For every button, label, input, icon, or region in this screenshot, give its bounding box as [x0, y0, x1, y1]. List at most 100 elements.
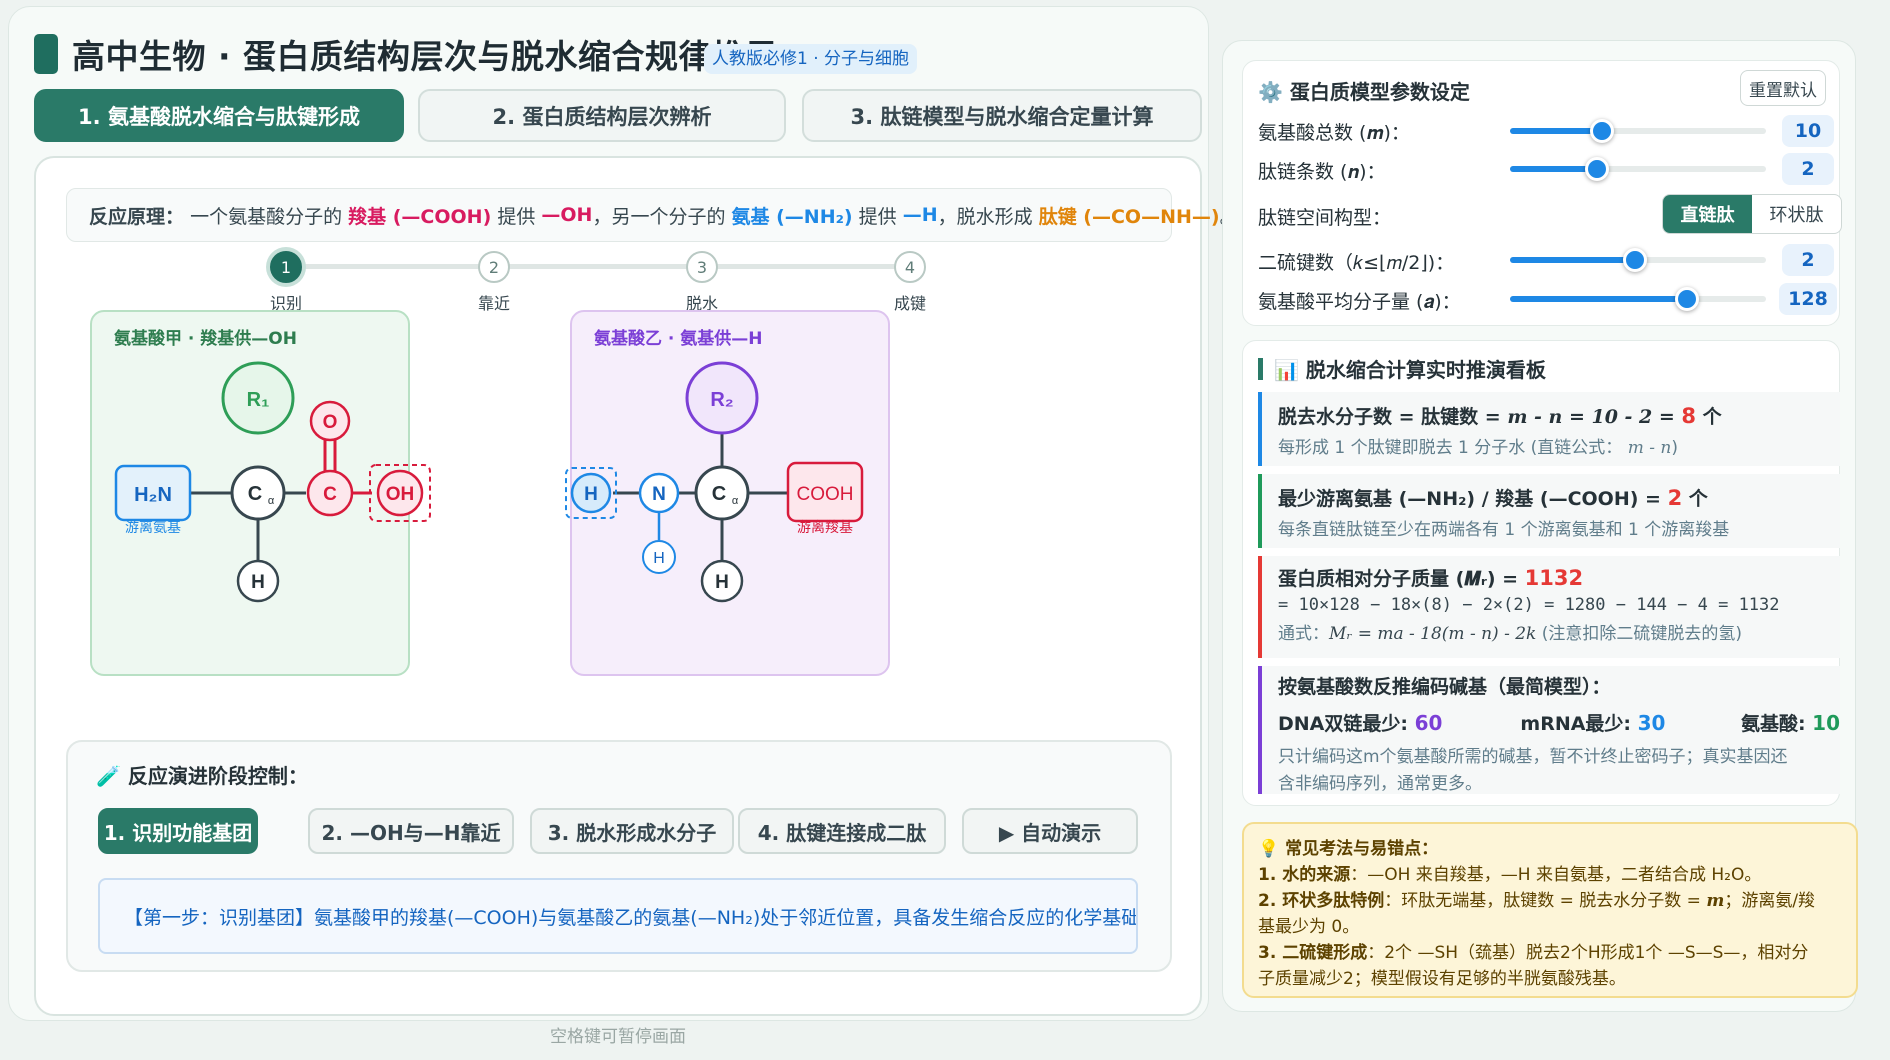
nitrogen-hydrogen-text: H: [653, 550, 665, 567]
amino-total-label: 氨基酸总数 (𝒎)：: [1258, 122, 1410, 144]
avg-mass-label: 氨基酸平均分子量 (𝒂)：: [1258, 291, 1461, 313]
amino-acid-count: 氨基酸: 10: [1741, 709, 1840, 736]
free-carboxyl-note: 游离羧基: [797, 519, 853, 535]
slider-fill: [1510, 257, 1636, 263]
water-count-note-end: ): [1671, 438, 1678, 458]
model-params-title: ⚙️ 蛋白质模型参数设定: [1258, 80, 1470, 104]
protein-mass-value: 1132: [1524, 566, 1584, 590]
chain-count-slider[interactable]: [1510, 157, 1766, 181]
stage-bond-button[interactable]: 4. 肽键连接成二肽: [738, 808, 946, 854]
codon-bases-note-1: 只计编码这m个氨基酸所需的碱基，暂不计终止密码子；真实基因还: [1278, 747, 1788, 767]
cooh-text: COOH: [797, 484, 854, 505]
slider-knob[interactable]: [1585, 157, 1610, 181]
amino-total-value: 10: [1782, 115, 1834, 147]
tip-key: 2. 环状多肽特例: [1258, 891, 1385, 911]
nh2-text: H₂N: [134, 484, 172, 506]
avg-mass-value: 128: [1779, 283, 1837, 315]
water-count-note: 每形成 1 个肽键即脱去 1 分子水 (直链公式： m - n): [1278, 433, 1840, 458]
alpha-carbon-text: C: [248, 483, 262, 505]
tip-water-source: 1. 水的来源：—OH 来自羧基，—H 来自氨基，二者结合成 H₂O。: [1258, 862, 1842, 888]
avg-mass-slider[interactable]: [1510, 287, 1766, 311]
free-groups-value: 2: [1667, 486, 1683, 510]
tip-disulfide: 3. 二硫键形成：2个 —SH（巯基）脱去2个H形成1个 —S—S—，相对分: [1258, 940, 1842, 966]
tip-key: 1. 水的来源: [1258, 865, 1351, 885]
disulfide-value: 2: [1782, 244, 1834, 276]
water-count-value: 8: [1681, 404, 1697, 428]
codon-bases-title: 按氨基酸数反推编码碱基（最简模型）：: [1278, 676, 1611, 698]
auto-play-button[interactable]: ▶ 自动演示: [962, 808, 1138, 854]
dna-bases: DNA双链最少: 60: [1278, 709, 1520, 736]
alpha-carbon-text: C: [712, 483, 726, 505]
water-count-note-formula: m - n: [1627, 438, 1672, 458]
tip-m: m: [1706, 891, 1725, 911]
amino-hydrogen-text: H: [584, 484, 598, 505]
protein-mass-general: 通式：Mᵣ = ma - 18(m - n) - 2k (注意扣除二硫键脱去的氢…: [1278, 619, 1840, 644]
topology-toggle: 直链肽 环状肽: [1662, 194, 1842, 234]
protein-mass-block: 蛋白质相对分子质量 (𝑴ᵣ) = 1132 = 10×128 − 18×(8) …: [1258, 556, 1840, 658]
tip-cyclic-peptide: 2. 环状多肽特例：环肽无端基，肽键数 = 脱去水分子数 = m；游离氨/羧: [1258, 888, 1842, 914]
water-count-prefix: 脱去水分子数 = 肽键数 =: [1278, 406, 1508, 428]
protein-mass-prefix: 蛋白质相对分子质量 (𝑴ᵣ) =: [1278, 568, 1525, 590]
stage-identify-button[interactable]: 1. 识别功能基团: [98, 808, 258, 854]
oxygen-text: O: [323, 412, 338, 433]
pause-hint: 空格键可暂停画面: [550, 1027, 686, 1047]
exam-tips-title: 💡 常见考法与易错点：: [1258, 839, 1439, 859]
disulfide-slider[interactable]: [1510, 248, 1766, 272]
water-count-unit: 个: [1696, 406, 1722, 428]
amino-acid-count-label: 氨基酸:: [1740, 713, 1813, 735]
free-groups-block: 最少游离氨基 (—NH₂) / 羧基 (—COOH) = 2 个 每条直链肽链至…: [1258, 474, 1840, 548]
linear-peptide-option[interactable]: 直链肽: [1663, 195, 1752, 233]
water-count-formula: m - n = 10 - 2 =: [1507, 406, 1682, 428]
slider-fill: [1510, 296, 1687, 302]
water-count-line: 脱去水分子数 = 肽键数 = m - n = 10 - 2 = 8 个: [1278, 402, 1840, 429]
free-groups-line: 最少游离氨基 (—NH₂) / 羧基 (—COOH) = 2 个: [1278, 484, 1840, 511]
stage-dehydrate-button[interactable]: 3. 脱水形成水分子: [530, 808, 734, 854]
hydrogen-text: H: [715, 572, 729, 593]
tip-text: ：环肽无端基，肽键数 = 脱去水分子数 =: [1384, 891, 1707, 911]
mrna-bases: mRNA最少: 30: [1520, 709, 1741, 736]
r1-text: R₁: [247, 389, 270, 411]
codon-bases-values: DNA双链最少: 60 mRNA最少: 30 氨基酸: 10: [1278, 709, 1840, 736]
carboxyl-carbon-text: C: [323, 484, 337, 505]
amino-acid-count-value: 10: [1812, 711, 1840, 735]
hydroxyl-text: OH: [386, 484, 415, 505]
hydrogen-text: H: [251, 572, 265, 593]
tip-key: 3. 二硫键形成: [1258, 943, 1368, 963]
topology-label: 肽链空间构型：: [1258, 207, 1392, 229]
free-groups-prefix: 最少游离氨基 (—NH₂) / 羧基 (—COOH) =: [1278, 488, 1668, 510]
free-groups-note: 每条直链肽链至少在两端各有 1 个游离氨基和 1 个游离羧基: [1278, 520, 1730, 540]
calc-title-accent: [1258, 358, 1263, 380]
codon-bases-block: 按氨基酸数反推编码碱基（最简模型）： DNA双链最少: 60 mRNA最少: 3…: [1258, 666, 1840, 794]
codon-bases-note-2: 含非编码序列，通常更多。: [1278, 774, 1482, 794]
protein-mass-general-prefix: 通式：: [1278, 624, 1329, 644]
slider-fill: [1510, 166, 1598, 172]
water-count-block: 脱去水分子数 = 肽键数 = m - n = 10 - 2 = 8 个 每形成 …: [1258, 392, 1840, 466]
chain-count-label: 肽链条数 (𝒏)：: [1258, 161, 1386, 183]
stage-approach-button[interactable]: 2. —OH与—H靠近: [308, 808, 514, 854]
tip-text: ：2个 —SH（巯基）脱去2个H形成1个 —S—S—，相对分: [1367, 943, 1809, 963]
water-count-note-text: 每形成 1 个肽键即脱去 1 分子水 (直链公式：: [1278, 438, 1623, 458]
slider-fill: [1510, 128, 1603, 134]
disulfide-label: 二硫键数（𝑘≤⌊𝑚/2⌋)：: [1258, 252, 1455, 274]
free-groups-unit: 个: [1682, 488, 1708, 510]
protein-mass-line: 蛋白质相对分子质量 (𝑴ᵣ) = 1132: [1278, 564, 1840, 591]
cyclic-peptide-option[interactable]: 环状肽: [1752, 195, 1841, 233]
tip-disulfide-cont: 子质量减少2；模型假设有足够的半胱氨酸残基。: [1258, 969, 1626, 989]
stage-description: 【第一步：识别基团】氨基酸甲的羧基(—COOH)与氨基酸乙的氨基(—NH₂)处于…: [98, 878, 1138, 954]
protein-mass-general-note: (注意扣除二硫键脱去的氢): [1536, 624, 1743, 644]
calc-board-title: 📊 脱水缩合计算实时推演看板: [1274, 358, 1546, 382]
chain-count-value: 2: [1782, 153, 1834, 185]
slider-knob[interactable]: [1590, 119, 1615, 143]
protein-mass-expansion: = 10×128 − 18×(8) − 2×(2) = 1280 − 144 −…: [1278, 595, 1780, 615]
tip-cyclic-peptide-cont: 基最少为 0。: [1258, 917, 1360, 937]
exam-tips-card: 💡 常见考法与易错点： 1. 水的来源：—OH 来自羧基，—H 来自氨基，二者结…: [1242, 822, 1858, 998]
alpha-subscript: α: [732, 495, 739, 507]
slider-knob[interactable]: [1674, 287, 1699, 311]
dna-bases-value: 60: [1414, 711, 1443, 735]
alpha-subscript: α: [268, 495, 275, 507]
mrna-bases-label: mRNA最少:: [1520, 713, 1638, 735]
reset-defaults-button[interactable]: 重置默认: [1740, 70, 1826, 106]
tip-text: ；游离氨/羧: [1724, 891, 1816, 911]
amino-total-slider[interactable]: [1510, 119, 1766, 143]
mrna-bases-value: 30: [1637, 711, 1666, 735]
